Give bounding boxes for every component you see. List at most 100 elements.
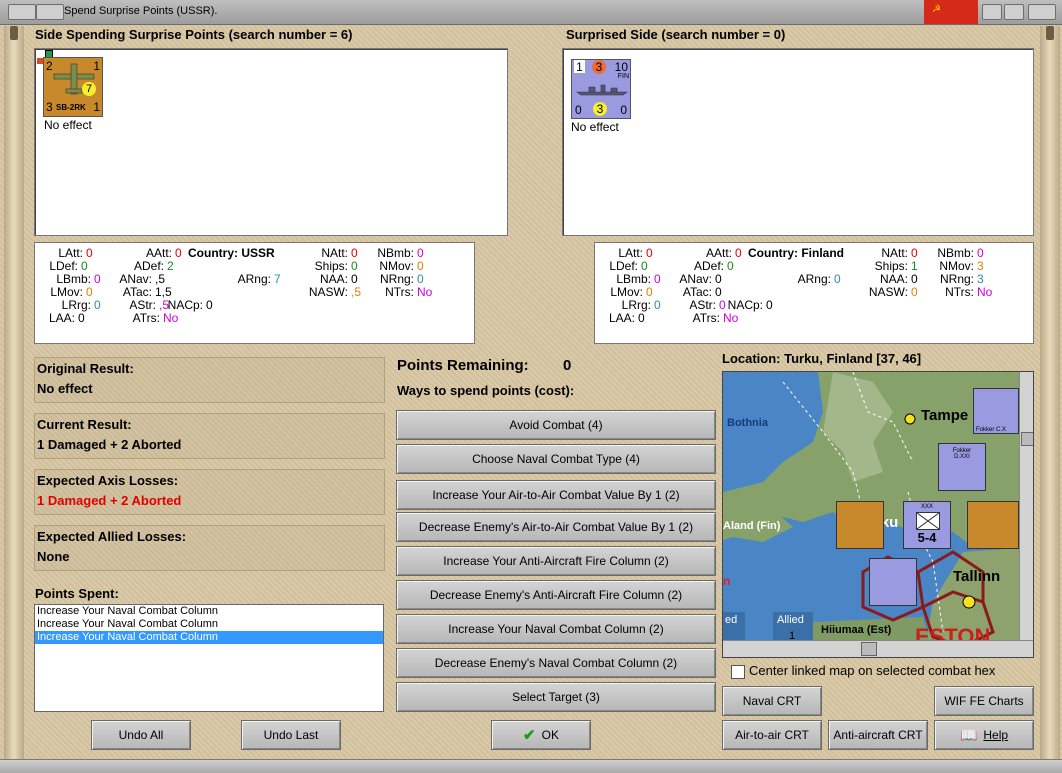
help-button[interactable]: 📖 Help: [934, 720, 1034, 750]
map-horizontal-scrollbar[interactable]: [723, 640, 1033, 657]
stat-label: ANav:: [119, 272, 152, 286]
spend-option-button[interactable]: Increase Your Anti-Aircraft Fire Column …: [396, 546, 716, 576]
stat-label: NACp:: [727, 298, 763, 312]
map-ship-counter[interactable]: [869, 558, 917, 606]
stat-ships: Ships: 0: [300, 259, 358, 273]
undo-all-button[interactable]: Undo All: [91, 720, 191, 750]
stat-lmov: LMov: 0: [595, 285, 653, 299]
points-spent-list[interactable]: Increase Your Naval Combat Column Increas…: [34, 604, 384, 712]
points-spent-item[interactable]: Increase Your Naval Combat Column: [35, 618, 383, 631]
stat-value: ,5: [351, 285, 362, 299]
stat-label: LBmb:: [56, 272, 91, 286]
map-label-bothnia: Bothnia: [727, 417, 768, 429]
stat-lrrg: LRrg: 0: [43, 298, 101, 312]
finnish-ship-counter[interactable]: 1 3 10 FIN 0 3 0: [571, 59, 631, 119]
stat-value: 0: [417, 272, 424, 286]
stat-label: NRng:: [939, 272, 974, 286]
stat-value: 0: [86, 285, 93, 299]
counter-air-defense: 1: [93, 59, 100, 73]
stat-value: 0: [638, 311, 645, 325]
defender-effect-label: No effect: [571, 120, 619, 134]
stat-label: NASW:: [308, 285, 348, 299]
sb2rk-counter[interactable]: 2 1 3 1 7 SB-2RK: [43, 57, 103, 117]
stat-laa: LAA: 0: [587, 311, 645, 325]
stat-arng: ARng: 7: [223, 272, 281, 286]
wif-charts-button[interactable]: WIF FE Charts: [934, 686, 1034, 716]
map-il4-counter[interactable]: [967, 501, 1019, 549]
stat-latt: LAtt: 0: [35, 246, 92, 260]
counter-aa: 3: [592, 60, 606, 74]
current-result-value: 1 Damaged + 2 Aborted: [37, 437, 182, 452]
map-label-red-n: n: [723, 574, 731, 588]
allied-losses-box: Expected Allied Losses: None: [34, 525, 385, 571]
stat-value: 0: [351, 259, 358, 273]
naval-crt-button[interactable]: Naval CRT: [722, 686, 822, 716]
spend-option-button[interactable]: Increase Your Air-to-Air Combat Value By…: [396, 480, 716, 510]
counter-move: 0: [620, 103, 627, 117]
points-spent-item[interactable]: Increase Your Naval Combat Column: [35, 605, 383, 618]
stat-value: 0: [735, 246, 742, 260]
map-fokker-cx-counter[interactable]: Fokker C.X: [973, 388, 1019, 434]
ok-button-label: OK: [541, 728, 559, 742]
map-sb2rk-counter[interactable]: [836, 501, 884, 549]
stat-nasw: NASW: 0: [860, 285, 918, 299]
stat-value: 0: [646, 285, 653, 299]
stat-nacp: NACp: 0: [155, 298, 213, 312]
stat-value: 0: [417, 259, 424, 273]
minimize-button[interactable]: [982, 4, 1002, 20]
maximize-button[interactable]: [1004, 4, 1024, 20]
spend-option-button[interactable]: Decrease Enemy's Anti-Aircraft Fire Colu…: [396, 580, 716, 610]
stat-naa: NAA: 0: [860, 272, 918, 286]
help-book-icon: 📖: [959, 726, 978, 743]
stat-adef: ADef: 2: [116, 259, 174, 273]
map-hscroll-thumb[interactable]: [861, 642, 877, 656]
stat-label: ANav:: [679, 272, 712, 286]
spend-option-button[interactable]: Decrease Enemy's Naval Combat Column (2): [396, 648, 716, 678]
counter-range: 3: [593, 102, 607, 116]
stat-lrrg: LRrg: 0: [603, 298, 661, 312]
counter-movement: 1: [93, 100, 100, 114]
stat-label: ARng:: [797, 272, 831, 286]
spend-option-button[interactable]: Increase Your Naval Combat Column (2): [396, 614, 716, 644]
map-vscroll-thumb[interactable]: [1021, 432, 1033, 446]
map-vertical-scrollbar[interactable]: [1019, 372, 1033, 640]
ok-button[interactable]: ✔ OK: [491, 720, 591, 750]
stat-value: 0: [654, 298, 661, 312]
spend-option-button[interactable]: Decrease Enemy's Air-to-Air Combat Value…: [396, 512, 716, 542]
system-menu-button[interactable]: [8, 4, 36, 20]
map-label-tampere: Tampe: [921, 407, 969, 424]
stat-label: LAA:: [48, 311, 75, 325]
counter-air-attack: 2: [46, 59, 53, 73]
title-bar: Spend Surprise Points (USSR). ☭: [0, 0, 1062, 25]
points-spent-item[interactable]: Increase Your Naval Combat Column: [35, 631, 383, 644]
stat-natt: NAtt: 0: [300, 246, 357, 260]
spend-option-button[interactable]: Avoid Combat (4): [396, 410, 716, 440]
close-button[interactable]: [1028, 4, 1056, 20]
left-frame: [4, 26, 24, 766]
attacker-effect-label: No effect: [44, 118, 92, 132]
counter-unit-name: SB-2RK: [56, 103, 86, 112]
undo-last-button[interactable]: Undo Last: [241, 720, 341, 750]
spend-option-button[interactable]: Choose Naval Combat Type (4): [396, 444, 716, 474]
air-to-air-crt-button[interactable]: Air-to-air CRT: [722, 720, 822, 750]
center-linked-checkbox[interactable]: [731, 665, 745, 679]
stat-adef: ADef: 0: [676, 259, 734, 273]
stat-label: LDef:: [49, 259, 78, 273]
stat-nbmb: NBmb: 0: [366, 246, 423, 260]
map-army-stack-counter[interactable]: XXX 5-4: [903, 501, 951, 549]
map-fokker-dxxi-counter[interactable]: Fokker D.XXI: [938, 443, 986, 491]
axis-losses-value: 1 Damaged + 2 Aborted: [37, 493, 182, 508]
linked-map[interactable]: ESTON Bothnia Tampe Aland (Fin) rku Tall…: [722, 371, 1034, 658]
anti-aircraft-crt-button[interactable]: Anti-aircraft CRT: [828, 720, 928, 750]
stat-label: NTrs:: [385, 285, 414, 299]
stat-value: No: [163, 311, 179, 325]
stat-value: 0: [646, 246, 653, 260]
map-label-aland: Aland (Fin): [723, 520, 781, 532]
stat-label: LAtt:: [58, 246, 83, 260]
stat-ldef: LDef: 0: [590, 259, 647, 273]
spend-option-button[interactable]: Select Target (3): [396, 682, 716, 712]
stat-aatt: AAtt: 0: [124, 246, 182, 260]
stat-label: Ships:: [314, 259, 348, 273]
restore-button[interactable]: [36, 4, 64, 20]
stat-value: 0: [715, 272, 722, 286]
